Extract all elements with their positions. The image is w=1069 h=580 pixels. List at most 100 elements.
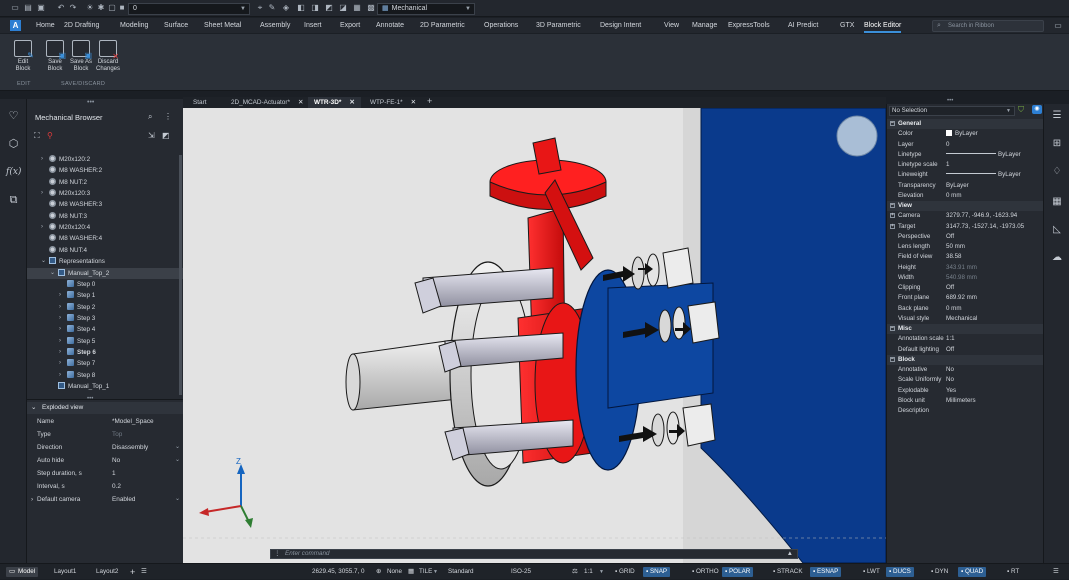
tree-item[interactable]: › Step 7 [27, 358, 183, 369]
property-row[interactable]: Explodable Yes [887, 386, 1044, 396]
property-row[interactable]: Front plane 689.92 mm [887, 293, 1044, 303]
ribbon-tab-modeling[interactable]: Modeling [120, 18, 148, 33]
ribbon-tab-2d-parametric[interactable]: 2D Parametric [420, 18, 465, 33]
tree-item[interactable]: M8 WASHER:3 [27, 199, 183, 210]
toggle-polar[interactable]: ▪ POLAR [722, 567, 754, 577]
property-row[interactable]: Linetype scale 1 [887, 160, 1044, 170]
property-row[interactable]: › Default camera Enabled ⌄ [27, 493, 183, 506]
property-section-view[interactable]: − View [887, 201, 1044, 212]
toggle-rt[interactable]: ▪ RT [1004, 567, 1022, 577]
tile-toggle[interactable]: TILE [419, 564, 432, 580]
undo-icon[interactable]: ↶ [56, 3, 66, 13]
view-top-icon[interactable]: ◨ [310, 3, 320, 13]
property-row[interactable]: Annotative No [887, 365, 1044, 375]
app-logo[interactable]: A [10, 20, 21, 31]
close-icon[interactable]: ✕ [349, 99, 354, 106]
panel-grip[interactable]: ••• [947, 98, 953, 104]
ribbon-tab-ai-predict[interactable]: AI Predict [788, 18, 818, 33]
command-line-input[interactable]: ⋮ Enter command ▲ [270, 549, 798, 559]
grid-icon[interactable]: ⊞ [1051, 138, 1063, 150]
add-layout-icon[interactable]: + [130, 564, 135, 580]
chevron-right-icon[interactable]: › [59, 336, 61, 347]
property-row[interactable]: Linetype ByLayer [887, 150, 1044, 160]
collapse-icon[interactable]: ⇲ [148, 131, 155, 140]
tree-item[interactable]: › Step 8 [27, 370, 183, 381]
property-row[interactable]: Lens length 50 mm [887, 242, 1044, 252]
property-row[interactable]: Perspective Off [887, 232, 1044, 242]
property-row[interactable]: Interval, s 0.2 [27, 480, 183, 493]
collapse-icon[interactable]: − [890, 203, 895, 208]
chevron-down-icon[interactable]: ⌄ [175, 441, 180, 454]
coordinate-system[interactable]: None [387, 564, 402, 580]
table-icon[interactable]: ▦ [1051, 196, 1063, 208]
property-row[interactable]: Width 540.98 mm [887, 273, 1044, 283]
toggle-strack[interactable]: ▪ STRACK [770, 567, 806, 577]
layers-icon[interactable]: ⧉ [6, 193, 21, 208]
document-tab[interactable]: WTP-FE-1* ✕ [364, 97, 422, 108]
tree-item[interactable]: › Step 5 [27, 336, 183, 347]
property-section-block[interactable]: − Block [887, 354, 1044, 365]
chevron-down-icon[interactable]: ⌄ [175, 454, 180, 467]
more-vertical-icon[interactable]: ⋮ [164, 112, 172, 121]
layout1-tab[interactable]: Layout1 [54, 564, 76, 580]
chevron-right-icon[interactable]: › [59, 290, 61, 301]
toggle-quad[interactable]: ▪ QUAD [958, 567, 987, 577]
toggle-ortho[interactable]: ▪ ORTHO [689, 567, 722, 577]
document-tab[interactable]: WTR-3D* ✕ [308, 97, 361, 108]
ribbon-tab-3d-parametric[interactable]: 3D Parametric [536, 18, 581, 33]
tree-item[interactable]: › Step 6 [27, 347, 183, 358]
property-row[interactable]: Back plane 0 mm [887, 304, 1044, 314]
new-file-icon[interactable]: ▭ [10, 3, 20, 13]
property-row[interactable]: Lineweight ByLayer [887, 170, 1044, 180]
search-icon[interactable]: ⌕ [148, 112, 152, 122]
save-icon[interactable]: ▣ [36, 3, 46, 13]
property-row[interactable]: Layer 0 [887, 140, 1044, 150]
layout2-tab[interactable]: Layout2 [96, 564, 118, 580]
chevron-right-icon[interactable]: › [41, 222, 43, 233]
quick-select-icon[interactable]: ⛉ [1018, 105, 1024, 115]
tile-icon[interactable]: ▦ [408, 564, 414, 580]
property-row[interactable]: Visual style Mechanical [887, 314, 1044, 324]
property-row[interactable]: Auto hide No ⌄ [27, 454, 183, 467]
bulb-icon[interactable]: ♡ [6, 109, 21, 124]
ribbon-tab-view[interactable]: View [664, 18, 679, 33]
property-row[interactable]: + Camera 3279.77, -946.9, -1623.94 [887, 211, 1044, 221]
property-row[interactable]: Name *Model_Space [27, 415, 183, 428]
tree-item[interactable]: › Step 2 [27, 302, 183, 313]
toggle-ducs[interactable]: ▪ DUCS [886, 567, 914, 577]
property-section-general[interactable]: − General [887, 119, 1044, 130]
ribbon-tab-gtx[interactable]: GTX [840, 18, 854, 33]
ribbon-tab-operations[interactable]: Operations [484, 18, 518, 33]
property-row[interactable]: Type Top [27, 428, 183, 441]
tree-item[interactable]: ⌄ Manual_Top_2 [27, 267, 183, 279]
annotation-scale[interactable]: 1:1 [584, 564, 593, 580]
property-row[interactable]: Scale Uniformly No [887, 375, 1044, 385]
property-row[interactable]: Default lighting Off [887, 345, 1044, 355]
globe-icon[interactable]: ⊕ [376, 564, 381, 580]
property-row[interactable]: Annotation scale 1:1 [887, 334, 1044, 344]
layer-bulb-icon[interactable]: ☀ [85, 3, 95, 13]
chevron-right-icon[interactable]: › [59, 302, 61, 313]
toggle-snap[interactable]: ▪ SNAP [643, 567, 671, 577]
cloud-icon[interactable]: ☁ [1051, 252, 1063, 264]
drawing-icon[interactable]: ◺ [1051, 224, 1063, 236]
save-block-button[interactable]: ▣ Save Block [43, 40, 67, 73]
tree-item[interactable]: › M20x120:2 [27, 154, 183, 165]
workspace-combo[interactable]: ▦ Mechanical ▼ [377, 3, 475, 15]
customize-icon[interactable]: ☰ [1053, 564, 1059, 580]
redo-icon[interactable]: ↷ [68, 3, 78, 13]
toggle-esnap[interactable]: ▪ ESNAP [810, 567, 842, 577]
ribbon-tab-surface[interactable]: Surface [164, 18, 188, 33]
collapse-icon[interactable]: − [890, 356, 895, 362]
window-toggle-icon[interactable]: ▭ [1053, 21, 1063, 31]
property-row[interactable]: Description [887, 406, 1044, 416]
property-row[interactable]: Direction Disassembly ⌄ [27, 441, 183, 454]
property-row[interactable]: Height 343.91 mm [887, 263, 1044, 273]
chevron-down-icon[interactable]: ▼ [599, 564, 604, 580]
open-folder-icon[interactable]: ▤ [23, 3, 33, 13]
chevron-down-icon[interactable]: ▼ [433, 564, 438, 580]
tree-item[interactable]: M8 NUT:3 [27, 211, 183, 222]
ribbon-tab-manage[interactable]: Manage [692, 18, 717, 33]
balloon-icon[interactable]: ♢ [1051, 166, 1063, 178]
view-shade-icon[interactable]: ▦ [352, 3, 362, 13]
